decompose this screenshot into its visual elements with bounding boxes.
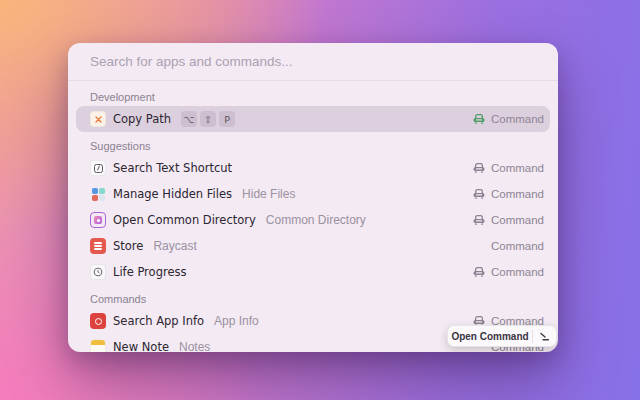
app-info-icon	[90, 313, 106, 329]
list-item[interactable]: Life Progress Command	[76, 259, 550, 285]
accessory: Command	[473, 266, 544, 278]
desktop-background: Development Copy Path ⌥⇧P Command Suggestion…	[0, 0, 640, 400]
list-item[interactable]: Copy Path ⌥⇧P Command	[76, 106, 550, 132]
item-title: Copy Path	[113, 112, 171, 126]
accessory-label: Command	[491, 240, 544, 252]
search-input[interactable]	[90, 54, 536, 69]
item-subtitle: Common Directory	[266, 213, 366, 227]
common-directory-icon	[90, 212, 106, 228]
search-bar	[68, 43, 558, 80]
section-header: Suggestions	[68, 139, 558, 154]
terminal-return-key-icon	[533, 331, 556, 342]
accessory: Command	[473, 162, 544, 174]
accessory-label: Command	[491, 214, 544, 226]
section-header: Commands	[68, 292, 558, 307]
keycap-icon	[90, 160, 106, 176]
life-progress-clock-icon	[90, 264, 106, 280]
raycast-launcher-window: Development Copy Path ⌥⇧P Command Suggestion…	[68, 43, 558, 352]
item-title: Open Common Directory	[113, 213, 256, 227]
open-command-hint[interactable]: Open Command	[447, 325, 557, 347]
accessory-label: Command	[491, 188, 544, 200]
command-type-icon	[473, 215, 485, 225]
tooltip-label: Open Command	[448, 331, 532, 342]
list-item[interactable]: Search Text Shortcut Command	[76, 155, 550, 181]
list-item[interactable]: Store Raycast Command	[76, 233, 550, 259]
item-title: Store	[113, 239, 143, 253]
shortcut-keys: ⌥⇧P	[181, 111, 235, 127]
item-subtitle: App Info	[214, 314, 259, 328]
item-title: Search App Info	[113, 314, 204, 328]
store-icon	[90, 238, 106, 254]
item-title: New Note	[113, 340, 169, 352]
accessory-label: Command	[491, 162, 544, 174]
shortcut-key: P	[219, 111, 235, 127]
accessory: Command	[473, 188, 544, 200]
accessory: Command	[473, 214, 544, 226]
section-header: Development	[68, 90, 558, 105]
accessory: Command	[473, 113, 544, 125]
command-type-icon	[473, 267, 485, 277]
item-subtitle: Raycast	[153, 239, 196, 253]
command-type-icon	[473, 114, 485, 124]
item-title: Search Text Shortcut	[113, 161, 232, 175]
item-subtitle: Hide Files	[242, 187, 295, 201]
shortcut-key: ⌥	[181, 111, 197, 127]
command-type-icon	[473, 163, 485, 173]
hidden-files-icon	[90, 186, 106, 202]
copy-path-icon	[90, 111, 106, 127]
accessory-label: Command	[491, 266, 544, 278]
list-item[interactable]: Manage Hidden Files Hide Files Command	[76, 181, 550, 207]
shortcut-key: ⇧	[200, 111, 216, 127]
accessory: Command	[491, 240, 544, 252]
item-title: Manage Hidden Files	[113, 187, 232, 201]
command-type-icon	[473, 189, 485, 199]
new-note-icon	[90, 339, 106, 352]
item-subtitle: Notes	[179, 340, 210, 352]
command-list: Development Copy Path ⌥⇧P Command Suggestion…	[68, 81, 558, 352]
item-title: Life Progress	[113, 265, 186, 279]
accessory-label: Command	[491, 113, 544, 125]
list-item[interactable]: Open Common Directory Common Directory Com…	[76, 207, 550, 233]
